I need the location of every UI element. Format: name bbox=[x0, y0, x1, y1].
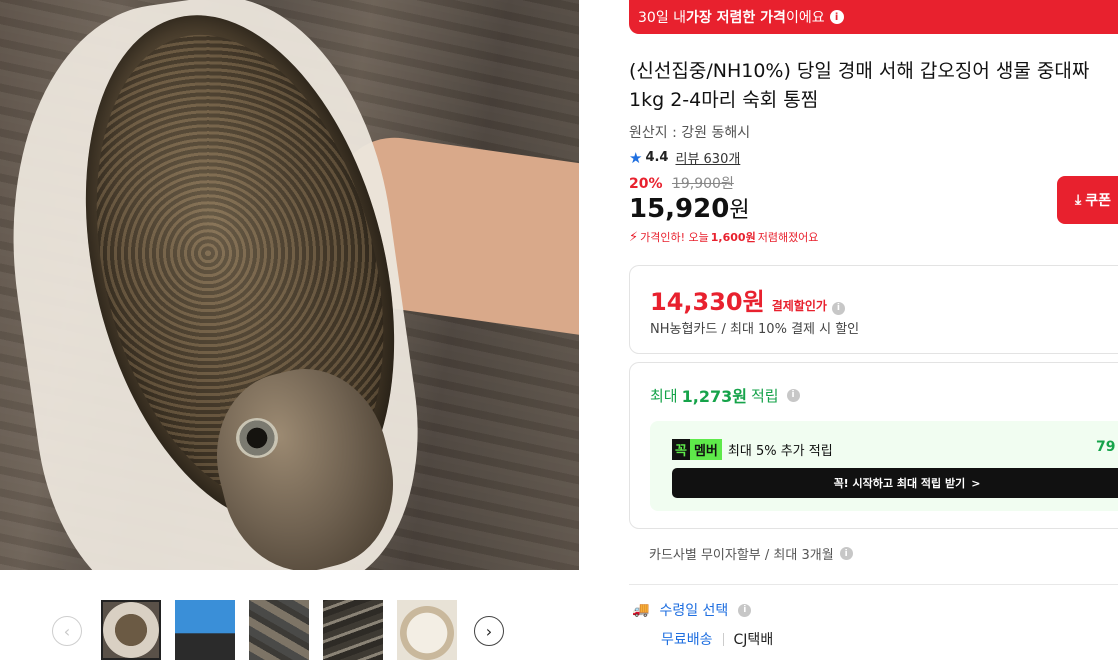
price-drop-amount: 1,600원 bbox=[710, 231, 756, 244]
price-drop-notice: ⚡ 가격인하! 오늘 1,600원 저렴해졌어요 bbox=[629, 229, 818, 245]
lowest-price-banner: 30일 내 가장 저렴한 가격 이에요 i bbox=[629, 0, 1118, 34]
card-discount-price-row: 14,330원 결제할인가 i bbox=[650, 282, 845, 317]
thumbnail-prev-button[interactable]: ‹ bbox=[52, 616, 82, 646]
banner-strong: 가장 저렴한 가격 bbox=[686, 10, 786, 26]
membership-box: 꼭 멤버 최대 5% 추가 적립 79 꼭! 시작하고 최대 적립 받기 > bbox=[650, 421, 1118, 511]
card-discount-box: 14,330원 결제할인가 i NH농협카드 / 최대 10% 결제 시 할인 bbox=[629, 265, 1118, 354]
points-row: 최대 1,273원 적립 i bbox=[650, 383, 800, 407]
cuttlefish-eye bbox=[236, 418, 278, 458]
chevron-right-icon: > bbox=[971, 476, 981, 490]
points-suffix: 적립 bbox=[750, 386, 779, 405]
star-icon: ★ bbox=[629, 148, 643, 167]
delivery-row: 🚚 수령일 선택 i bbox=[632, 600, 752, 620]
main-product-image[interactable] bbox=[0, 0, 579, 570]
info-icon[interactable]: i bbox=[829, 10, 844, 24]
price-drop-prefix: 가격인하! 오늘 bbox=[640, 231, 709, 244]
chevron-left-icon: ‹ bbox=[63, 621, 71, 641]
membership-text: 최대 5% 추가 적립 bbox=[727, 444, 833, 459]
thumbnail-4[interactable] bbox=[323, 600, 383, 660]
thumbnail-1[interactable] bbox=[101, 600, 161, 660]
thumbnail-5[interactable] bbox=[397, 600, 457, 660]
review-link[interactable]: 리뷰 630개 bbox=[675, 148, 740, 167]
membership-extra-points: 79 bbox=[1096, 439, 1116, 455]
coupon-label: 쿠폰 bbox=[1085, 193, 1111, 209]
banner-suffix: 이에요 bbox=[785, 10, 825, 26]
original-price: 19,900원 bbox=[671, 176, 734, 192]
membership-tag-row: 꼭 멤버 최대 5% 추가 적립 bbox=[672, 439, 833, 460]
product-title: (신선집중/NH10%) 당일 경매 서해 갑오징어 생물 중대짜 1kg 2-… bbox=[629, 60, 1090, 111]
card-discount-price: 14,330원 bbox=[650, 288, 765, 316]
installment-text: 카드사별 무이자할부 / 최대 3개월 bbox=[649, 548, 834, 563]
rating-row: ★ 4.4 리뷰 630개 bbox=[629, 148, 740, 168]
membership-button-label: 꼭! 시작하고 최대 적립 받기 bbox=[833, 477, 966, 490]
points-box: 최대 1,273원 적립 i 꼭 멤버 최대 5% 추가 적립 79 꼭! 시작하… bbox=[629, 362, 1118, 529]
download-icon: ⤓ bbox=[1075, 192, 1082, 208]
thumbnail-3[interactable] bbox=[249, 600, 309, 660]
shipping-row: 무료배송 CJ택배 bbox=[661, 629, 773, 649]
thumbnail-next-button[interactable]: › bbox=[474, 616, 504, 646]
thumbnail-2[interactable] bbox=[175, 600, 235, 660]
delivery-date-select[interactable]: 수령일 선택 bbox=[659, 600, 728, 620]
discount-row: 20% 19,900원 bbox=[629, 173, 734, 193]
coupon-download-button[interactable]: ⤓ 쿠폰 bbox=[1057, 176, 1118, 224]
info-icon[interactable]: i bbox=[839, 547, 853, 560]
discount-percent: 20% bbox=[629, 176, 663, 192]
price-drop-suffix: 저렴해졌어요 bbox=[757, 231, 819, 244]
card-discount-sub: NH농협카드 / 최대 10% 결제 시 할인 bbox=[650, 322, 860, 337]
sale-price: 15,920원 bbox=[629, 192, 750, 224]
info-icon[interactable]: i bbox=[738, 603, 752, 617]
free-shipping-label: 무료배송 bbox=[661, 632, 713, 648]
membership-tag-a: 꼭 bbox=[672, 439, 690, 460]
points-prefix: 최대 bbox=[650, 386, 678, 405]
membership-start-button[interactable]: 꼭! 시작하고 최대 적립 받기 > bbox=[672, 468, 1118, 498]
courier-label: CJ택배 bbox=[733, 632, 774, 648]
truck-icon: 🚚 bbox=[632, 602, 650, 618]
installment-info: 카드사별 무이자할부 / 최대 3개월 i bbox=[649, 544, 853, 563]
sale-price-unit: 원 bbox=[729, 198, 750, 223]
points-amount: 1,273원 bbox=[681, 387, 747, 406]
membership-tag-b: 멤버 bbox=[689, 439, 722, 460]
sale-price-number: 15,920 bbox=[629, 194, 730, 224]
info-icon[interactable]: i bbox=[831, 301, 845, 315]
card-discount-label: 결제할인가 bbox=[771, 299, 827, 313]
divider bbox=[722, 632, 724, 646]
rating-score: 4.4 bbox=[645, 150, 669, 165]
lightning-icon: ⚡ bbox=[629, 229, 639, 245]
chevron-right-icon: › bbox=[485, 621, 493, 641]
product-origin: 원산지 : 강원 동해시 bbox=[629, 125, 751, 141]
banner-prefix: 30일 내 bbox=[638, 10, 687, 26]
info-icon[interactable]: i bbox=[786, 388, 800, 402]
divider bbox=[629, 584, 1118, 585]
